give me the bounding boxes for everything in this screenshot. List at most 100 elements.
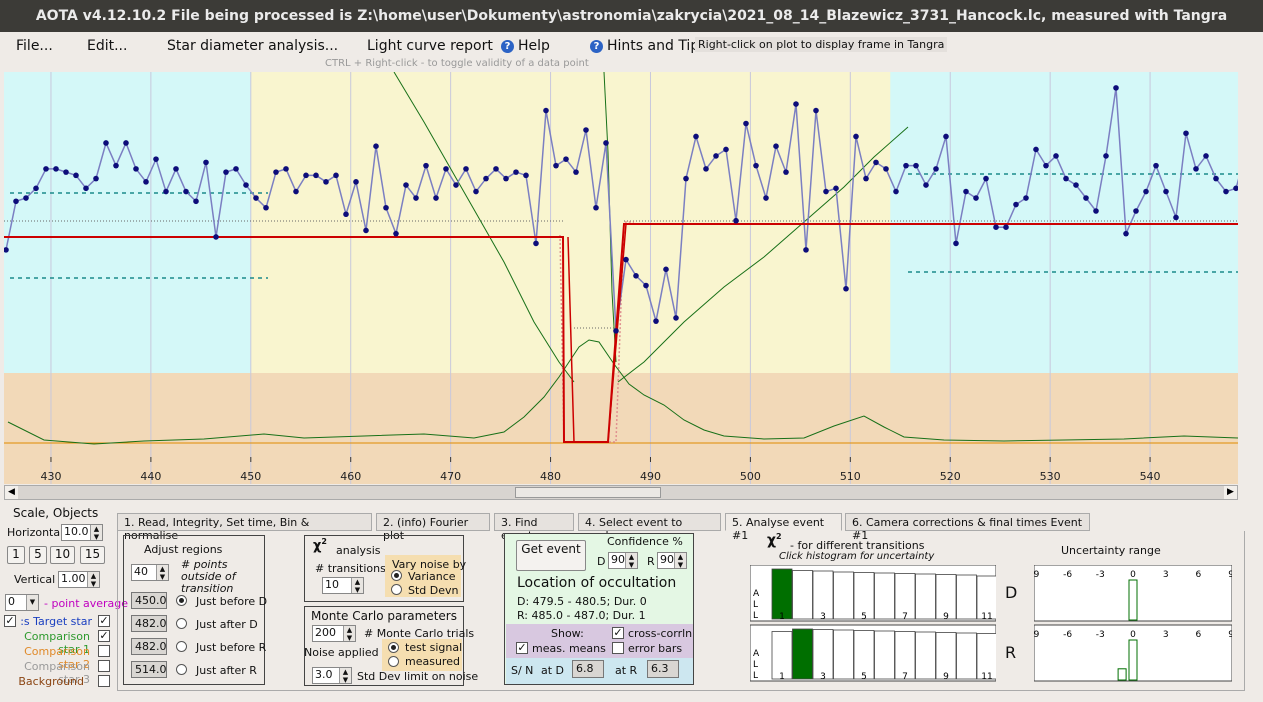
histogram-bar[interactable] — [874, 630, 895, 680]
measured-radio[interactable] — [388, 656, 399, 667]
histogram-bar[interactable] — [792, 628, 813, 680]
histogram-bar[interactable] — [792, 570, 813, 620]
data-point[interactable] — [183, 188, 189, 195]
data-point[interactable] — [923, 182, 929, 188]
std-dev-limit-input[interactable]: 3.0 ▲ ▼ — [312, 667, 352, 684]
data-point[interactable] — [633, 273, 639, 279]
test-signal-radio[interactable] — [388, 642, 399, 653]
data-point[interactable] — [733, 217, 739, 224]
target-star-plot-checkbox[interactable]: ✓ — [4, 615, 16, 627]
data-point[interactable] — [603, 140, 609, 146]
data-point[interactable] — [163, 188, 169, 195]
data-point[interactable] — [1013, 201, 1019, 208]
data-point[interactable] — [413, 195, 419, 201]
background-checkbox[interactable] — [98, 675, 110, 687]
data-point[interactable] — [1163, 188, 1169, 195]
data-point[interactable] — [513, 169, 519, 175]
comparison-star-2-checkbox[interactable] — [98, 645, 110, 657]
data-point[interactable] — [33, 185, 39, 192]
data-point[interactable] — [573, 169, 579, 175]
data-point[interactable] — [213, 234, 219, 240]
spinner-icon[interactable]: ▲ ▼ — [87, 572, 99, 588]
data-point[interactable] — [93, 175, 99, 182]
data-point[interactable] — [893, 188, 899, 195]
data-point[interactable] — [43, 166, 49, 172]
data-point[interactable] — [973, 195, 979, 201]
data-point[interactable] — [333, 172, 339, 179]
tab-camera-corrections[interactable]: 6. Camera corrections & final times Even… — [845, 513, 1090, 542]
just-after-d-radio[interactable] — [176, 618, 187, 629]
data-point[interactable] — [133, 166, 139, 172]
data-point[interactable] — [1023, 195, 1029, 201]
spinner-icon[interactable]: ▲ ▼ — [674, 553, 686, 569]
scroll-right-arrow-icon[interactable]: ▶ — [1224, 486, 1237, 499]
menu-file[interactable]: File... — [16, 38, 53, 54]
data-point[interactable] — [53, 166, 59, 172]
data-point[interactable] — [693, 133, 699, 140]
data-point[interactable] — [1073, 182, 1079, 188]
menu-hints[interactable]: ? Hints and Tips — [590, 38, 695, 54]
point-average-select[interactable]: 0 ▼ — [5, 594, 39, 611]
vertical-scale-input[interactable]: 1.00 ▲ ▼ — [58, 571, 100, 588]
histogram-bar[interactable] — [915, 631, 936, 680]
data-point[interactable] — [1103, 153, 1109, 159]
data-point[interactable] — [783, 169, 789, 175]
plot-horizontal-scrollbar[interactable]: ◀ ▶ — [4, 485, 1238, 500]
data-point[interactable] — [353, 179, 359, 185]
data-point[interactable] — [803, 247, 809, 253]
dropdown-arrow-icon[interactable]: ▼ — [26, 595, 38, 610]
tab-analyse-event[interactable]: 5. Analyse event #1 — [725, 513, 842, 542]
data-point[interactable] — [1053, 153, 1059, 159]
data-point[interactable] — [813, 107, 819, 114]
data-point[interactable] — [623, 256, 629, 263]
comparison-star-1-checkbox[interactable]: ✓ — [98, 630, 110, 642]
error-bars-checkbox[interactable] — [612, 642, 624, 654]
data-point[interactable] — [913, 162, 919, 169]
data-point[interactable] — [363, 227, 369, 234]
tab-select-event[interactable]: 4. Select event to analyse — [578, 513, 721, 542]
data-point[interactable] — [853, 133, 859, 140]
data-point[interactable] — [113, 162, 119, 169]
data-point[interactable] — [903, 162, 909, 169]
monte-carlo-trials-input[interactable]: 200 ▲ ▼ — [312, 625, 356, 642]
data-point[interactable] — [23, 195, 29, 201]
data-point[interactable] — [663, 266, 669, 273]
data-point[interactable] — [593, 204, 599, 211]
data-point[interactable] — [843, 285, 849, 292]
data-point[interactable] — [953, 240, 959, 247]
data-point[interactable] — [1083, 195, 1089, 201]
scale-button-5[interactable]: 5 — [29, 546, 47, 564]
data-point[interactable] — [1213, 175, 1219, 182]
data-point[interactable] — [673, 315, 679, 321]
transitions-input[interactable]: 10 ▲ ▼ — [322, 577, 364, 594]
data-point[interactable] — [173, 166, 179, 172]
data-point[interactable] — [443, 166, 449, 172]
data-point[interactable] — [143, 179, 149, 185]
data-point[interactable] — [543, 107, 549, 114]
spinner-icon[interactable]: ▲ ▼ — [625, 553, 637, 569]
get-event-button[interactable]: Get event — [516, 540, 586, 571]
data-point[interactable] — [293, 188, 299, 195]
data-point[interactable] — [983, 175, 989, 182]
data-point[interactable] — [503, 175, 509, 182]
data-point[interactable] — [73, 172, 79, 179]
just-after-r-radio[interactable] — [176, 664, 187, 675]
data-point[interactable] — [1093, 208, 1099, 214]
data-point[interactable] — [453, 182, 459, 188]
histogram-bar[interactable] — [833, 571, 854, 620]
data-point[interactable] — [653, 318, 659, 324]
histogram-bar[interactable] — [833, 629, 854, 680]
scale-button-15[interactable]: 15 — [80, 546, 105, 564]
data-point[interactable] — [263, 204, 269, 211]
data-point[interactable] — [283, 166, 289, 172]
data-point[interactable] — [523, 172, 529, 179]
transitions-histograms[interactable]: A L L A L L 11335577991111 — [750, 565, 996, 683]
confidence-d-input[interactable]: 90 ▲ ▼ — [608, 552, 638, 569]
data-point[interactable] — [83, 185, 89, 192]
data-point[interactable] — [1133, 208, 1139, 214]
scroll-thumb[interactable] — [515, 487, 661, 498]
data-point[interactable] — [883, 166, 889, 172]
menu-light-curve-report[interactable]: Light curve report — [367, 38, 493, 54]
menu-help[interactable]: ? Help — [501, 38, 550, 54]
scroll-left-arrow-icon[interactable]: ◀ — [5, 486, 18, 499]
